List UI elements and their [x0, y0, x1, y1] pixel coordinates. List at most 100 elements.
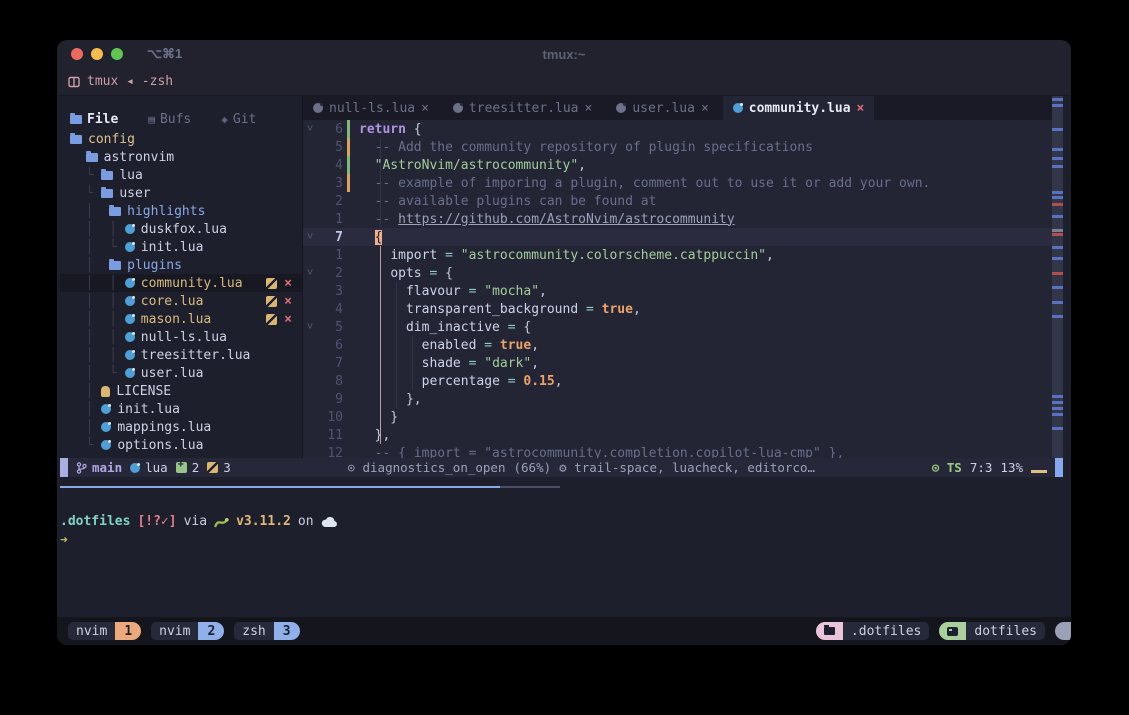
- fold-chevron-icon[interactable]: ˅: [303, 266, 317, 280]
- tree-indent-guide: [70, 150, 86, 165]
- fold-chevron-icon[interactable]: ˅: [303, 230, 317, 244]
- token-pun: ,: [633, 302, 641, 317]
- token-op: =: [422, 266, 445, 281]
- lua-file-icon: [125, 242, 135, 252]
- token-op: =: [500, 374, 523, 389]
- ruler-indicator: [1031, 470, 1047, 473]
- tree-item-init.lua[interactable]: │ └ init.lua: [60, 238, 302, 256]
- lua-file-icon: [453, 103, 463, 113]
- tmux-window-3[interactable]: zsh3: [234, 622, 299, 640]
- tree-item-duskfox.lua[interactable]: │ │ duskfox.lua: [60, 220, 302, 238]
- sign-column: [343, 372, 353, 390]
- buffer-tab-label: user.lua: [632, 101, 695, 116]
- code-area[interactable]: ˅6return {5 -- Add the community reposit…: [303, 120, 1063, 458]
- tree-item-treesitter.lua[interactable]: │ │ treesitter.lua: [60, 346, 302, 364]
- neotree-tab-bufs[interactable]: ▤Bufs: [148, 112, 191, 127]
- scrollbar-mark: [1052, 165, 1063, 168]
- tree-item-user[interactable]: └ user: [60, 184, 302, 202]
- sign-column: [343, 210, 353, 228]
- tree-item-core.lua[interactable]: │ │ core.lua×: [60, 292, 302, 310]
- nvim-statusline: main lua 2 3 ⊙ diagnostics_on_open (66%)…: [60, 458, 1063, 477]
- tree-item-options.lua[interactable]: └ options.lua: [60, 436, 302, 454]
- buffer-tab-treesitter.lua[interactable]: treesitter.lua ×: [443, 96, 602, 120]
- fold-chevron-icon[interactable]: ˅: [303, 320, 317, 334]
- git-added-widget: 2: [176, 460, 200, 475]
- sign-column: [343, 264, 353, 282]
- tree-item-label: user: [119, 186, 150, 201]
- line-number: 3: [317, 284, 343, 299]
- tree-item-label: core.lua: [141, 294, 204, 309]
- tree-indent-guide: │: [70, 420, 101, 435]
- code-text: dim_inactive = {: [353, 320, 531, 335]
- unsaved-close-icon[interactable]: ×: [284, 295, 292, 308]
- tree-item-init.lua[interactable]: │ init.lua: [60, 400, 302, 418]
- tmux-window-index: 2: [198, 622, 224, 640]
- unsaved-close-icon[interactable]: ×: [284, 313, 292, 326]
- token-op: =: [461, 356, 484, 371]
- token-pun: [359, 374, 422, 389]
- tree-item-config[interactable]: config: [60, 130, 302, 148]
- buffer-tab-user.lua[interactable]: user.lua ×: [606, 96, 718, 120]
- token-var: shade: [422, 356, 461, 371]
- tree-item-badges: ×: [266, 313, 292, 326]
- tree-item-highlights[interactable]: │ highlights: [60, 202, 302, 220]
- scrollbar-mark: [1052, 286, 1063, 289]
- editor-scrollbar[interactable]: [1052, 96, 1063, 458]
- git-sign: [343, 174, 353, 192]
- lua-file-icon: [125, 278, 135, 288]
- tmux-status-chip-dotfiles: .dotfiles: [816, 622, 929, 640]
- scroll-percent: 13%: [1000, 460, 1023, 475]
- tmux-window-2[interactable]: nvim2: [151, 622, 224, 640]
- code-text: -- available plugins can be found at: [353, 194, 656, 209]
- neotree-tab-git[interactable]: ◈Git: [221, 112, 256, 127]
- tree-item-LICENSE[interactable]: │ LICENSE: [60, 382, 302, 400]
- git-sign: [343, 156, 353, 174]
- scrollbar-mark: [1052, 128, 1063, 131]
- close-buffer-icon[interactable]: ×: [701, 101, 709, 116]
- code-line: 7 shade = "dark",: [303, 354, 1063, 372]
- scrollbar-mark: [1052, 246, 1063, 249]
- line-number: 11: [317, 428, 343, 443]
- terminal-tab[interactable]: tmux ◂ -zsh: [68, 74, 173, 89]
- tree-item-label: options.lua: [117, 438, 203, 453]
- treesitter-label: TS: [947, 460, 962, 475]
- tree-item-plugins[interactable]: │ plugins: [60, 256, 302, 274]
- lsp-progress: (66%): [514, 460, 552, 475]
- token-com: -- Add the community repository of plugi…: [359, 140, 813, 155]
- tree-item-astronvim[interactable]: astronvim: [60, 148, 302, 166]
- tree-item-null-ls.lua[interactable]: │ │ null-ls.lua: [60, 328, 302, 346]
- tree-item-mappings.lua[interactable]: │ mappings.lua: [60, 418, 302, 436]
- prompt-arrow: ➜: [60, 533, 1071, 548]
- close-buffer-icon[interactable]: ×: [857, 101, 865, 116]
- buffer-tab-null-ls.lua[interactable]: null-ls.lua×: [303, 96, 439, 120]
- token-var: transparent_background: [406, 302, 578, 317]
- tmux-window-name: nvim: [68, 622, 115, 640]
- buffer-tab-community.lua[interactable]: community.lua×: [723, 96, 875, 120]
- close-buffer-icon[interactable]: ×: [585, 101, 593, 116]
- line-number: 9: [317, 392, 343, 407]
- formatter-icon: ⚙: [559, 460, 567, 475]
- neotree-panel[interactable]: File ▤Bufs ◈Git config astronvim └ lua └ u…: [60, 96, 302, 458]
- tmux-status-edge-chip: [1055, 622, 1071, 640]
- line-number: 8: [317, 374, 343, 389]
- tree-indent-guide: │ └: [70, 240, 125, 255]
- filetype-label: lua: [145, 460, 168, 475]
- token-kw: return: [359, 122, 406, 137]
- unsaved-close-icon[interactable]: ×: [284, 277, 292, 290]
- tree-item-community.lua[interactable]: │ │ community.lua×: [60, 274, 302, 292]
- shell-pane[interactable]: .dotfiles [!?✓] via v3.11.2 on ➜: [57, 477, 1071, 617]
- sign-column: [343, 282, 353, 300]
- tree-item-user.lua[interactable]: │ └ user.lua: [60, 364, 302, 382]
- line-number: 2: [317, 266, 343, 281]
- tmux-window-1[interactable]: nvim1: [68, 622, 141, 640]
- tree-item-lua[interactable]: └ lua: [60, 166, 302, 184]
- buffer-tab-label: treesitter.lua: [469, 101, 579, 116]
- close-buffer-icon[interactable]: ×: [421, 101, 429, 116]
- neotree-tab-file[interactable]: File: [70, 112, 118, 127]
- tree-item-badges: ×: [266, 295, 292, 308]
- scrollbar-mark: [1052, 413, 1063, 416]
- sign-column: [343, 336, 353, 354]
- token-op: =: [437, 248, 460, 263]
- fold-chevron-icon[interactable]: ˅: [303, 122, 317, 136]
- tree-item-mason.lua[interactable]: │ │ mason.lua×: [60, 310, 302, 328]
